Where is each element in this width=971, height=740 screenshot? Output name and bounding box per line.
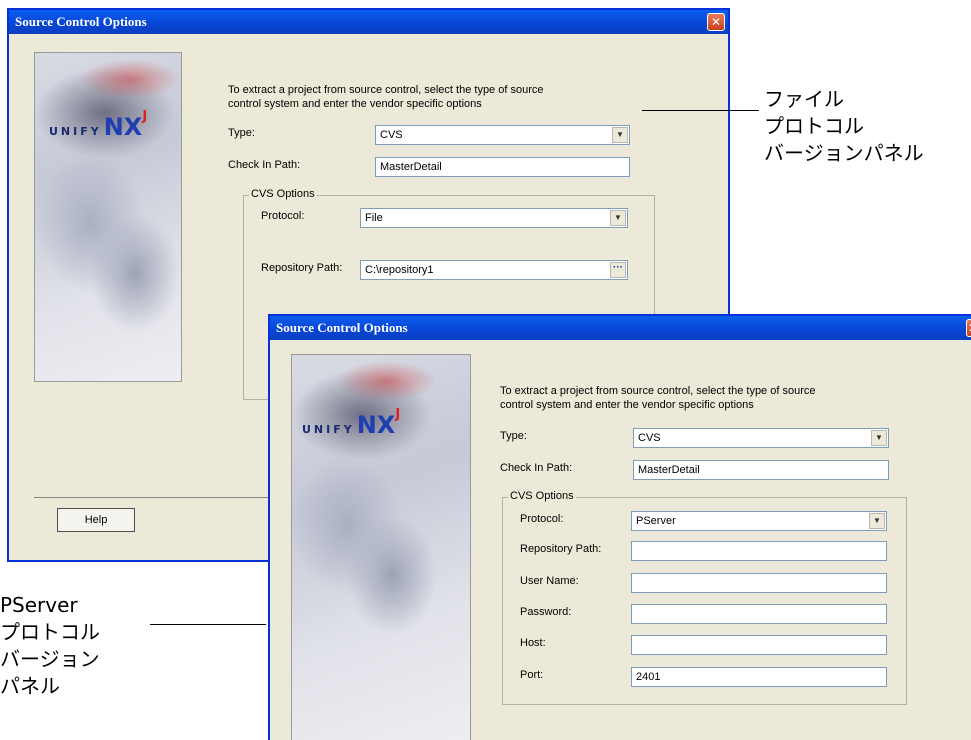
host-label: Host: (520, 637, 546, 649)
protocol-label: Protocol: (520, 513, 564, 525)
browse-ellipsis-icon[interactable]: ··· (610, 262, 626, 278)
dialog-titlebar[interactable]: Source Control Options ✕ (270, 316, 971, 340)
protocol-select[interactable]: PServer ▼ (631, 511, 887, 531)
callout-pserver-protocol: PServer プロトコル バージョン パネル (0, 593, 100, 698)
user-name-input[interactable] (631, 573, 887, 593)
type-label: Type: (500, 430, 527, 442)
close-icon[interactable]: ✕ (707, 13, 725, 31)
check-in-path-label: Check In Path: (228, 159, 301, 171)
protocol-select[interactable]: File ▼ (360, 208, 628, 228)
product-banner-image: UNIFYNXJ (291, 354, 471, 740)
cvs-options-title: CVS Options (249, 188, 317, 200)
intro-text: To extract a project from source control… (228, 84, 544, 110)
unify-nxj-logo: UNIFYNXJ (49, 109, 148, 141)
chevron-down-icon[interactable]: ▼ (612, 127, 628, 143)
repository-path-input[interactable] (631, 541, 887, 561)
type-select[interactable]: CVS ▼ (375, 125, 630, 145)
type-select[interactable]: CVS ▼ (633, 428, 889, 448)
unify-nxj-logo: UNIFYNXJ (302, 407, 401, 439)
user-name-label: User Name: (520, 575, 579, 587)
type-label: Type: (228, 127, 255, 139)
close-icon[interactable]: ✕ (966, 319, 971, 337)
source-control-dialog-pserver: Source Control Options ✕ UNIFYNXJ To ext… (268, 314, 971, 740)
password-label: Password: (520, 606, 572, 618)
repository-path-label: Repository Path: (261, 262, 343, 274)
protocol-label: Protocol: (261, 210, 305, 222)
check-in-path-label: Check In Path: (500, 462, 573, 474)
password-input[interactable] (631, 604, 887, 624)
host-input[interactable] (631, 635, 887, 655)
cvs-options-title: CVS Options (508, 490, 576, 502)
intro-text: To extract a project from source control… (500, 385, 816, 411)
callout-leader-file (642, 110, 759, 111)
check-in-path-input[interactable]: MasterDetail (633, 460, 889, 480)
dialog-title: Source Control Options (276, 320, 408, 335)
callout-leader-pserver (150, 624, 266, 625)
dialog-title: Source Control Options (15, 14, 147, 29)
repository-path-input[interactable]: C:\repository1 ··· (360, 260, 628, 280)
repository-path-label: Repository Path: (520, 543, 602, 555)
dialog-titlebar[interactable]: Source Control Options ✕ (9, 10, 728, 34)
chevron-down-icon[interactable]: ▼ (869, 513, 885, 529)
callout-file-protocol: ファイル プロトコル バージョンパネル (764, 87, 924, 165)
chevron-down-icon[interactable]: ▼ (871, 430, 887, 446)
port-input[interactable]: 2401 (631, 667, 887, 687)
port-label: Port: (520, 669, 544, 681)
product-banner-image: UNIFYNXJ (34, 52, 182, 382)
chevron-down-icon[interactable]: ▼ (610, 210, 626, 226)
help-button[interactable]: Help (57, 508, 135, 532)
check-in-path-input[interactable]: MasterDetail (375, 157, 630, 177)
